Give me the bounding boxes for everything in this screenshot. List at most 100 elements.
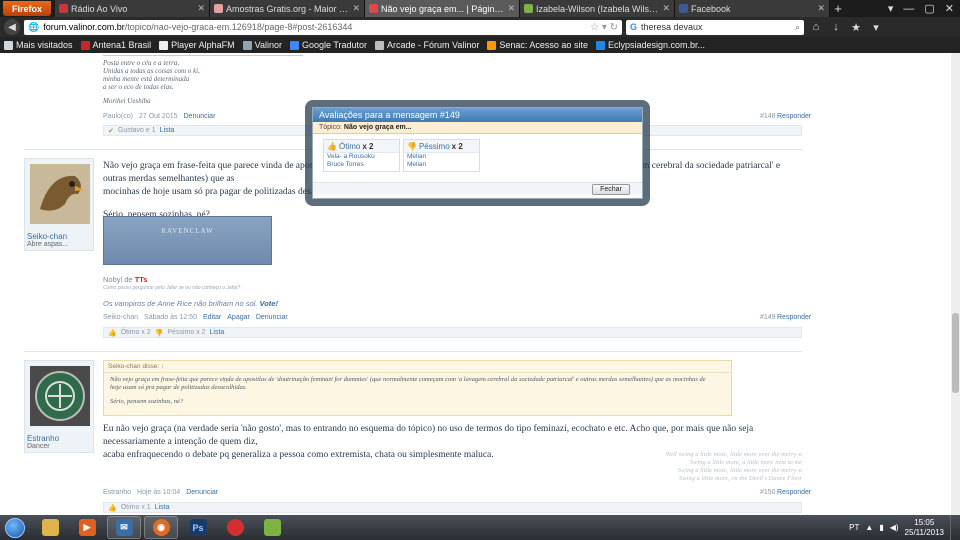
bookmark-item[interactable]: Google Tradutor (289, 40, 367, 50)
close-button[interactable]: Fechar (592, 184, 630, 195)
page-scrollbar[interactable] (951, 53, 960, 515)
avatar[interactable] (30, 366, 90, 426)
taskbar-thunderbird[interactable]: ✉ (107, 516, 141, 539)
vote-link[interactable]: Vote! (259, 299, 277, 308)
tab-4[interactable]: Facebook ✕ (675, 0, 830, 17)
thumbs-up-icon: 👍 (108, 504, 117, 512)
tab-3[interactable]: Izabela-Wilson (Izabela Wilson) on ... ✕ (520, 0, 675, 17)
topic-value[interactable]: Não vejo graça em... (344, 124, 412, 131)
edit-link[interactable]: Editar (203, 314, 221, 321)
tab-title: Rádio Ao Vivo (71, 3, 128, 14)
language-indicator[interactable]: PT (849, 523, 859, 532)
report-link[interactable]: Denunciar (184, 113, 216, 120)
sig-text: Nobyl de (103, 275, 135, 284)
taskbar-photoshop[interactable]: Ps (181, 516, 215, 539)
post-number[interactable]: #148 (760, 113, 776, 120)
meta-user[interactable]: Estranho (103, 489, 131, 496)
tab-close-icon[interactable]: ✕ (352, 3, 360, 14)
reply-link[interactable]: Responder (777, 113, 811, 120)
bookmark-item[interactable]: Valinor (242, 40, 282, 50)
tab-1[interactable]: Amostras Gratis.org - Maior site de ... … (210, 0, 365, 17)
close-window-icon[interactable]: ✕ (945, 2, 954, 15)
thumbs-down-icon: 👎 (407, 141, 417, 151)
meta-user[interactable]: Paulo(co) (103, 113, 133, 120)
topic-label: Tópico: (319, 124, 342, 131)
sig-mark[interactable]: TTs (135, 275, 148, 284)
network-icon[interactable]: ▮ (879, 523, 883, 532)
list-all-tabs-icon[interactable]: ▾ (888, 2, 894, 15)
reply-link[interactable]: Responder (777, 489, 811, 496)
username[interactable]: Estranho (25, 434, 93, 443)
rater-name[interactable]: Melian (404, 153, 479, 161)
url-bar[interactable]: 🌐 forum.valinor.com.br /topico/nao-vejo-… (24, 19, 622, 35)
rater-name[interactable]: Melian (404, 161, 479, 169)
taskbar-bluestacks[interactable] (255, 516, 289, 539)
search-box[interactable]: G theresa devaux ⌕ (626, 19, 804, 35)
search-icon[interactable]: ⌕ (795, 22, 800, 33)
bookmark-item[interactable]: Arcade - Fórum Valinor (375, 40, 479, 50)
meta-user[interactable]: Seiko-chan (103, 314, 138, 321)
download-icon[interactable]: ↓ (828, 21, 844, 33)
volume-icon[interactable]: ◀) (890, 523, 899, 532)
addons-icon[interactable]: ▾ (868, 21, 884, 34)
back-icon[interactable]: ◀ (4, 19, 20, 35)
bookmarks-menu-icon[interactable]: ★ (848, 21, 864, 34)
rating-bad[interactable]: Péssimo x 2 (167, 329, 205, 336)
google-icon[interactable]: G (630, 22, 637, 32)
taskbar-media-player[interactable]: ▶ (70, 516, 104, 539)
likes-list-link[interactable]: Lista (160, 127, 175, 134)
bookmark-item[interactable]: Eclypsiadesign.com.br... (595, 40, 705, 50)
tab-2[interactable]: Não vejo graça em... | Página 8 | V... ✕ (365, 0, 520, 17)
show-desktop-button[interactable] (950, 515, 960, 540)
rating-good[interactable]: Ótimo x 2 (121, 329, 151, 336)
rater-name[interactable]: Bruce Torres (324, 161, 399, 169)
post-number[interactable]: #149 (760, 314, 776, 321)
post-meta: Seiko-chan Sábado às 12:50 Editar Apagar… (103, 314, 288, 321)
tab-favicon-icon (59, 4, 68, 13)
start-button[interactable] (0, 515, 30, 540)
rating-good[interactable]: Ótimo x 1 (121, 504, 151, 511)
tray-arrow-icon[interactable]: ▲ (865, 523, 873, 532)
dialog-topic: Tópico: Não vejo graça em... (313, 122, 642, 134)
bookmark-star-icon[interactable]: ☆ ▾ ↻ (590, 22, 618, 33)
scrollbar-thumb[interactable] (952, 313, 959, 393)
home-icon[interactable]: ⌂ (808, 21, 824, 33)
rater-name[interactable]: Vela- a Rousoku (324, 153, 399, 161)
post-number[interactable]: #150 (760, 489, 776, 496)
tab-0[interactable]: Rádio Ao Vivo ✕ (55, 0, 210, 17)
reply-link[interactable]: Responder (777, 314, 811, 321)
tab-close-icon[interactable]: ✕ (817, 3, 825, 14)
delete-link[interactable]: Apagar (227, 314, 250, 321)
bookmark-item[interactable]: Antena1 Brasil (80, 40, 151, 50)
search-input[interactable]: theresa devaux (641, 22, 703, 32)
tab-close-icon[interactable]: ✕ (507, 3, 515, 14)
taskbar-explorer[interactable] (33, 516, 67, 539)
firefox-menu-button[interactable]: Firefox (3, 1, 51, 16)
avatar[interactable] (30, 164, 90, 224)
taskbar-firefox[interactable]: ◉ (144, 516, 178, 539)
lyric-line: Swing a little more, on the Devil's Danc… (678, 475, 802, 482)
bookmark-label: Mais visitados (16, 40, 73, 50)
thumbs-up-icon: 👍 (108, 329, 117, 337)
taskbar-tomato-app[interactable] (218, 516, 252, 539)
maximize-icon[interactable]: ▢ (924, 2, 934, 15)
minimize-icon[interactable]: — (903, 3, 914, 15)
report-link[interactable]: Denunciar (256, 314, 288, 321)
ratings-list-link[interactable]: Lista (155, 504, 170, 511)
bookmark-item[interactable]: Mais visitados (4, 40, 73, 50)
ratings-list-link[interactable]: Lista (210, 329, 225, 336)
username[interactable]: Seiko-chan (25, 232, 93, 241)
bookmark-item[interactable]: Player AlphaFM (159, 40, 235, 50)
new-tab-button[interactable]: + (830, 0, 846, 17)
clock[interactable]: 15:05 25/11/2013 (905, 518, 944, 538)
tab-close-icon[interactable]: ✕ (662, 3, 670, 14)
ratings-overlay: Avaliações para a mensagem #149 Tópico: … (305, 100, 650, 206)
lyric-line: Swing a little more, little more over th… (677, 467, 802, 474)
quote-header[interactable]: Seiko-chan disse: ↑ (104, 361, 731, 373)
likes-text[interactable]: Gustavo e 1 (118, 127, 156, 134)
bookmark-item[interactable]: Senac: Acesso ao site (487, 40, 588, 50)
site-identity-icon[interactable]: 🌐 (28, 22, 39, 33)
window-controls: ▾ — ▢ ✕ (888, 0, 960, 17)
tab-close-icon[interactable]: ✕ (197, 3, 205, 14)
report-link[interactable]: Denunciar (186, 489, 218, 496)
